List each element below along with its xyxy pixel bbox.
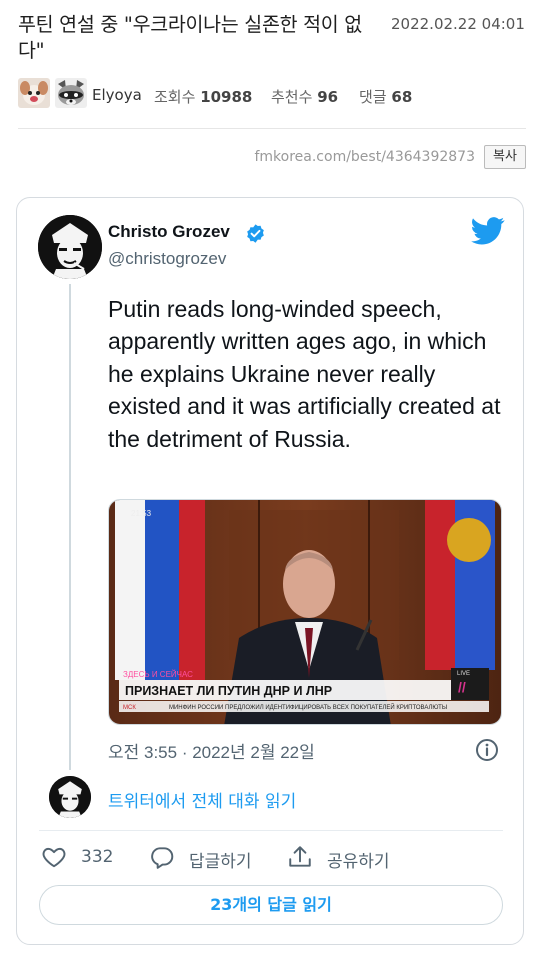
media-ticker-text: МИНФИН РОССИИ ПРЕДЛОЖИЛ ИДЕНТИФИЦИРОВАТЬ… — [169, 703, 447, 711]
comment-count-label: 댓글 — [359, 88, 387, 106]
author-name[interactable]: Elyoya — [92, 86, 142, 104]
media-channel-tag: ЗДЕСЬ И СЕЙЧАС — [123, 670, 193, 679]
share-button[interactable]: 공유하기 — [287, 843, 417, 872]
heart-icon — [42, 847, 66, 868]
read-full-conversation-link[interactable]: 트위터에서 전체 대화 읽기 — [108, 787, 296, 812]
author-avatar-dog-icon[interactable] — [18, 78, 50, 108]
media-live-label: LIVE — [457, 671, 470, 677]
share-label: 공유하기 — [327, 852, 390, 872]
post-title: 푸틴 연설 중 "우크라이나는 실존한 적이 없다" — [18, 13, 362, 62]
post-meta-row: Elyoya 조회수 10988 추천수 96 댓글 68 — [18, 78, 528, 118]
comment-count: 댓글 68 — [359, 86, 412, 107]
tweet-video-thumbnail[interactable]: ЗДЕСЬ И СЕЙЧАС ПРИЗНАЕТ ЛИ ПУТИН ДНР И Л… — [108, 499, 502, 725]
like-count: 332 — [81, 847, 114, 867]
thread-line — [69, 284, 71, 770]
conversation-author-avatar[interactable] — [49, 776, 91, 818]
view-count-label: 조회수 — [154, 88, 196, 106]
svg-text://: // — [458, 679, 466, 695]
info-icon[interactable] — [475, 738, 499, 762]
recommend-count-label: 추천수 — [271, 88, 313, 106]
recommend-count-value: 96 — [317, 88, 339, 106]
reply-button[interactable]: 답글하기 — [149, 843, 269, 872]
share-upload-icon — [289, 846, 311, 867]
media-timestamp: 21:53 — [131, 509, 152, 518]
comment-count-value: 68 — [391, 88, 413, 106]
media-ticker-city: МСК — [123, 705, 136, 711]
post-date: 2022.02.22 04:01 — [391, 15, 525, 33]
reply-label: 답글하기 — [189, 852, 252, 872]
recommend-count: 추천수 96 — [271, 86, 338, 107]
tweet-actions: 332 답글하기 공유하기 — [41, 843, 511, 873]
header-divider — [18, 128, 526, 129]
tweet-text: Putin reads long-winded speech, apparent… — [108, 296, 501, 452]
read-replies-button[interactable]: 23개의 답글 읽기 — [39, 885, 503, 925]
verified-badge-icon — [247, 224, 264, 243]
actions-divider — [39, 830, 503, 831]
media-headline: ПРИЗНАЕТ ЛИ ПУТИН ДНР И ЛНР — [125, 684, 332, 698]
view-count-value: 10988 — [200, 88, 253, 106]
twitter-bird-icon[interactable] — [471, 217, 505, 245]
view-count: 조회수 10988 — [154, 86, 252, 107]
like-button[interactable]: 332 — [41, 843, 131, 871]
speech-bubble-icon — [151, 847, 174, 869]
tweet-author-avatar[interactable] — [38, 215, 102, 279]
copy-url-button[interactable]: 복사 — [484, 145, 526, 169]
embedded-tweet[interactable]: Christo Grozev @christogrozev Putin read… — [16, 197, 524, 945]
tweet-handle[interactable]: @christogrozev — [108, 249, 226, 269]
author-avatar-raccoon-icon[interactable] — [55, 78, 87, 108]
putin-speech-video-frame: ЗДЕСЬ И СЕЙЧАС ПРИЗНАЕТ ЛИ ПУТИН ДНР И Л… — [109, 500, 501, 724]
url-row: fmkorea.com/best/4364392873 복사 — [226, 145, 526, 171]
post-url[interactable]: fmkorea.com/best/4364392873 — [254, 149, 475, 165]
tweet-timestamp[interactable]: 오전 3:55 · 2022년 2월 22일 — [108, 738, 315, 763]
tweet-display-name[interactable]: Christo Grozev — [108, 222, 230, 242]
